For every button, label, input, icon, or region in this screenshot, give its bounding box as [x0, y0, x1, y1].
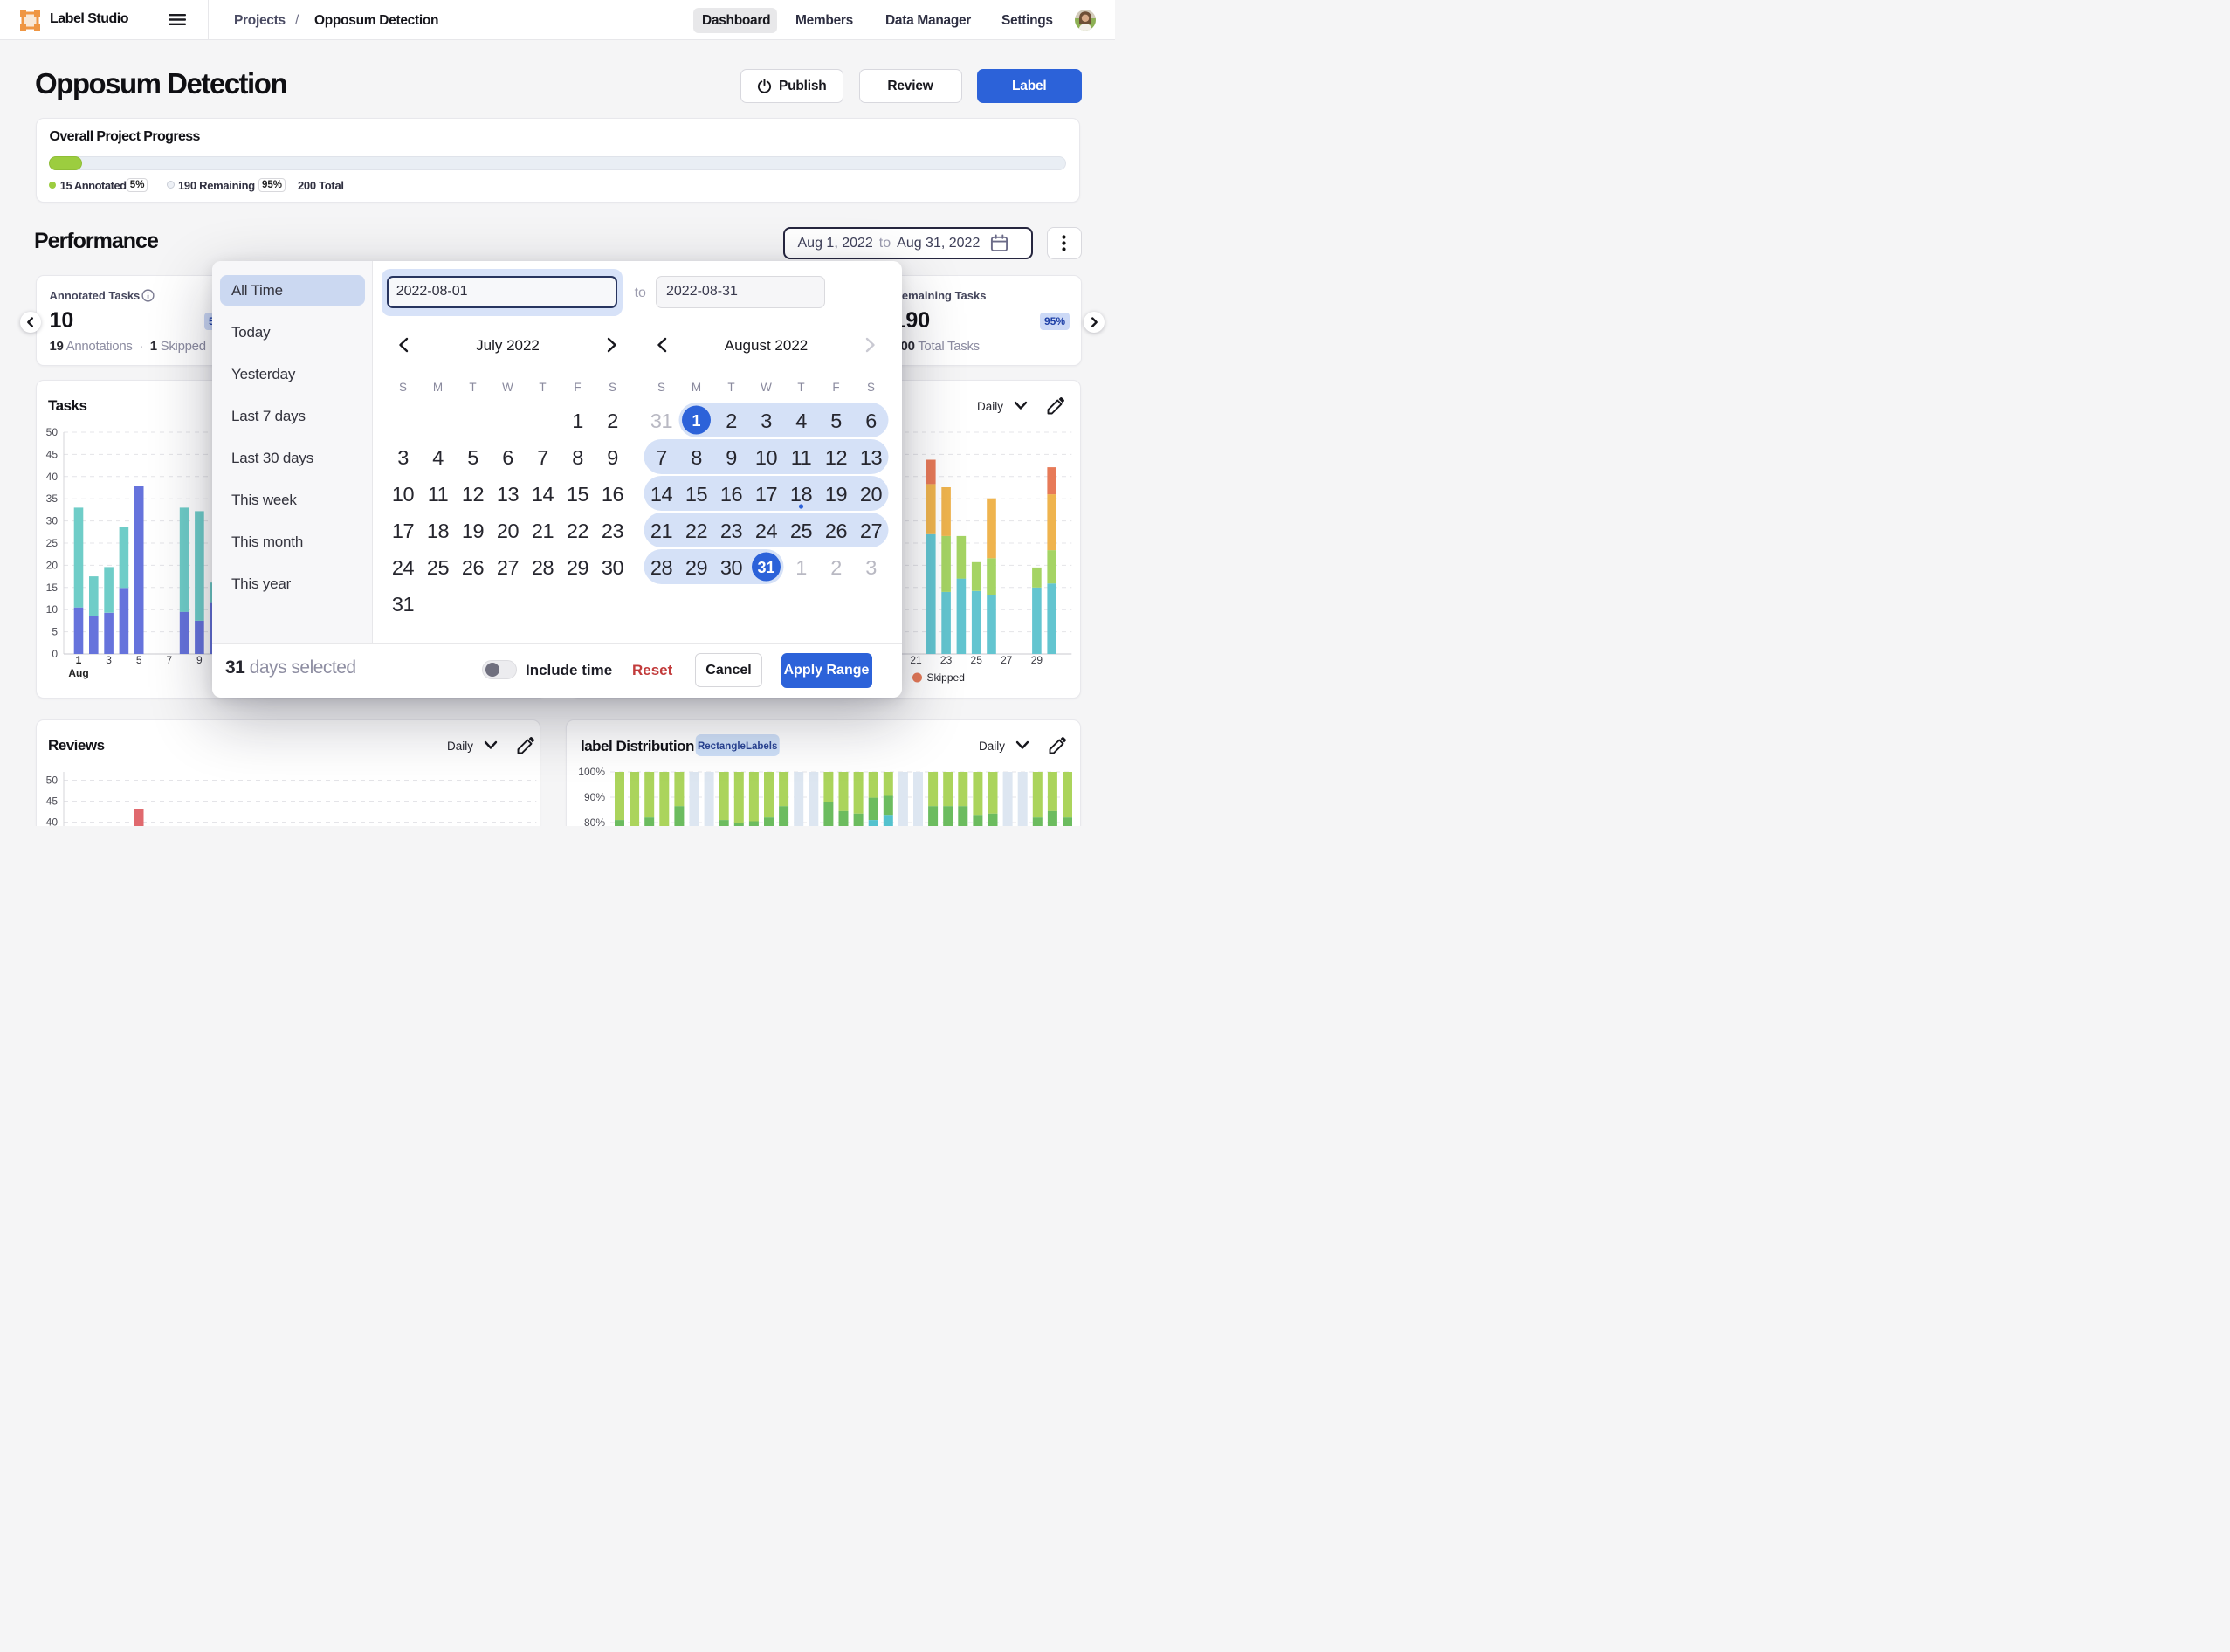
svg-text:5: 5	[136, 654, 142, 666]
svg-text:Daily: Daily	[447, 740, 473, 753]
svg-text:29: 29	[1031, 654, 1043, 666]
svg-text:5: 5	[52, 626, 58, 638]
svg-text:100%: 100%	[578, 766, 605, 778]
svg-text:7: 7	[166, 654, 172, 666]
svg-text:27: 27	[1001, 654, 1013, 666]
svg-text:40: 40	[46, 816, 59, 827]
svg-text:40: 40	[46, 471, 59, 483]
svg-text:30: 30	[46, 515, 59, 527]
svg-text:25: 25	[971, 654, 983, 666]
svg-text:Reviews: Reviews	[48, 737, 105, 754]
svg-text:80%: 80%	[584, 816, 605, 826]
svg-text:21: 21	[910, 654, 922, 666]
svg-text:50: 50	[46, 426, 59, 438]
svg-text:Daily: Daily	[979, 740, 1005, 753]
svg-text:45: 45	[46, 448, 59, 460]
svg-text:35: 35	[46, 492, 59, 505]
svg-text:Skipped: Skipped	[927, 671, 965, 684]
svg-text:90%: 90%	[584, 791, 605, 803]
svg-text:1: 1	[76, 654, 82, 666]
svg-text:Daily: Daily	[977, 400, 1003, 413]
svg-text:RectangleLabels: RectangleLabels	[698, 741, 777, 752]
svg-text:Tasks: Tasks	[48, 397, 86, 414]
svg-text:45: 45	[46, 795, 59, 808]
svg-text:50: 50	[46, 774, 59, 787]
svg-text:label Distribution: label Distribution	[581, 738, 694, 754]
svg-text:15: 15	[46, 582, 59, 594]
svg-text:20: 20	[46, 559, 59, 571]
svg-text:23: 23	[940, 654, 953, 666]
svg-text:10: 10	[46, 603, 59, 616]
svg-text:9: 9	[196, 654, 203, 666]
svg-text:Aug: Aug	[68, 667, 88, 679]
svg-text:25: 25	[46, 537, 59, 549]
svg-text:0: 0	[52, 648, 58, 660]
svg-text:3: 3	[106, 654, 112, 666]
